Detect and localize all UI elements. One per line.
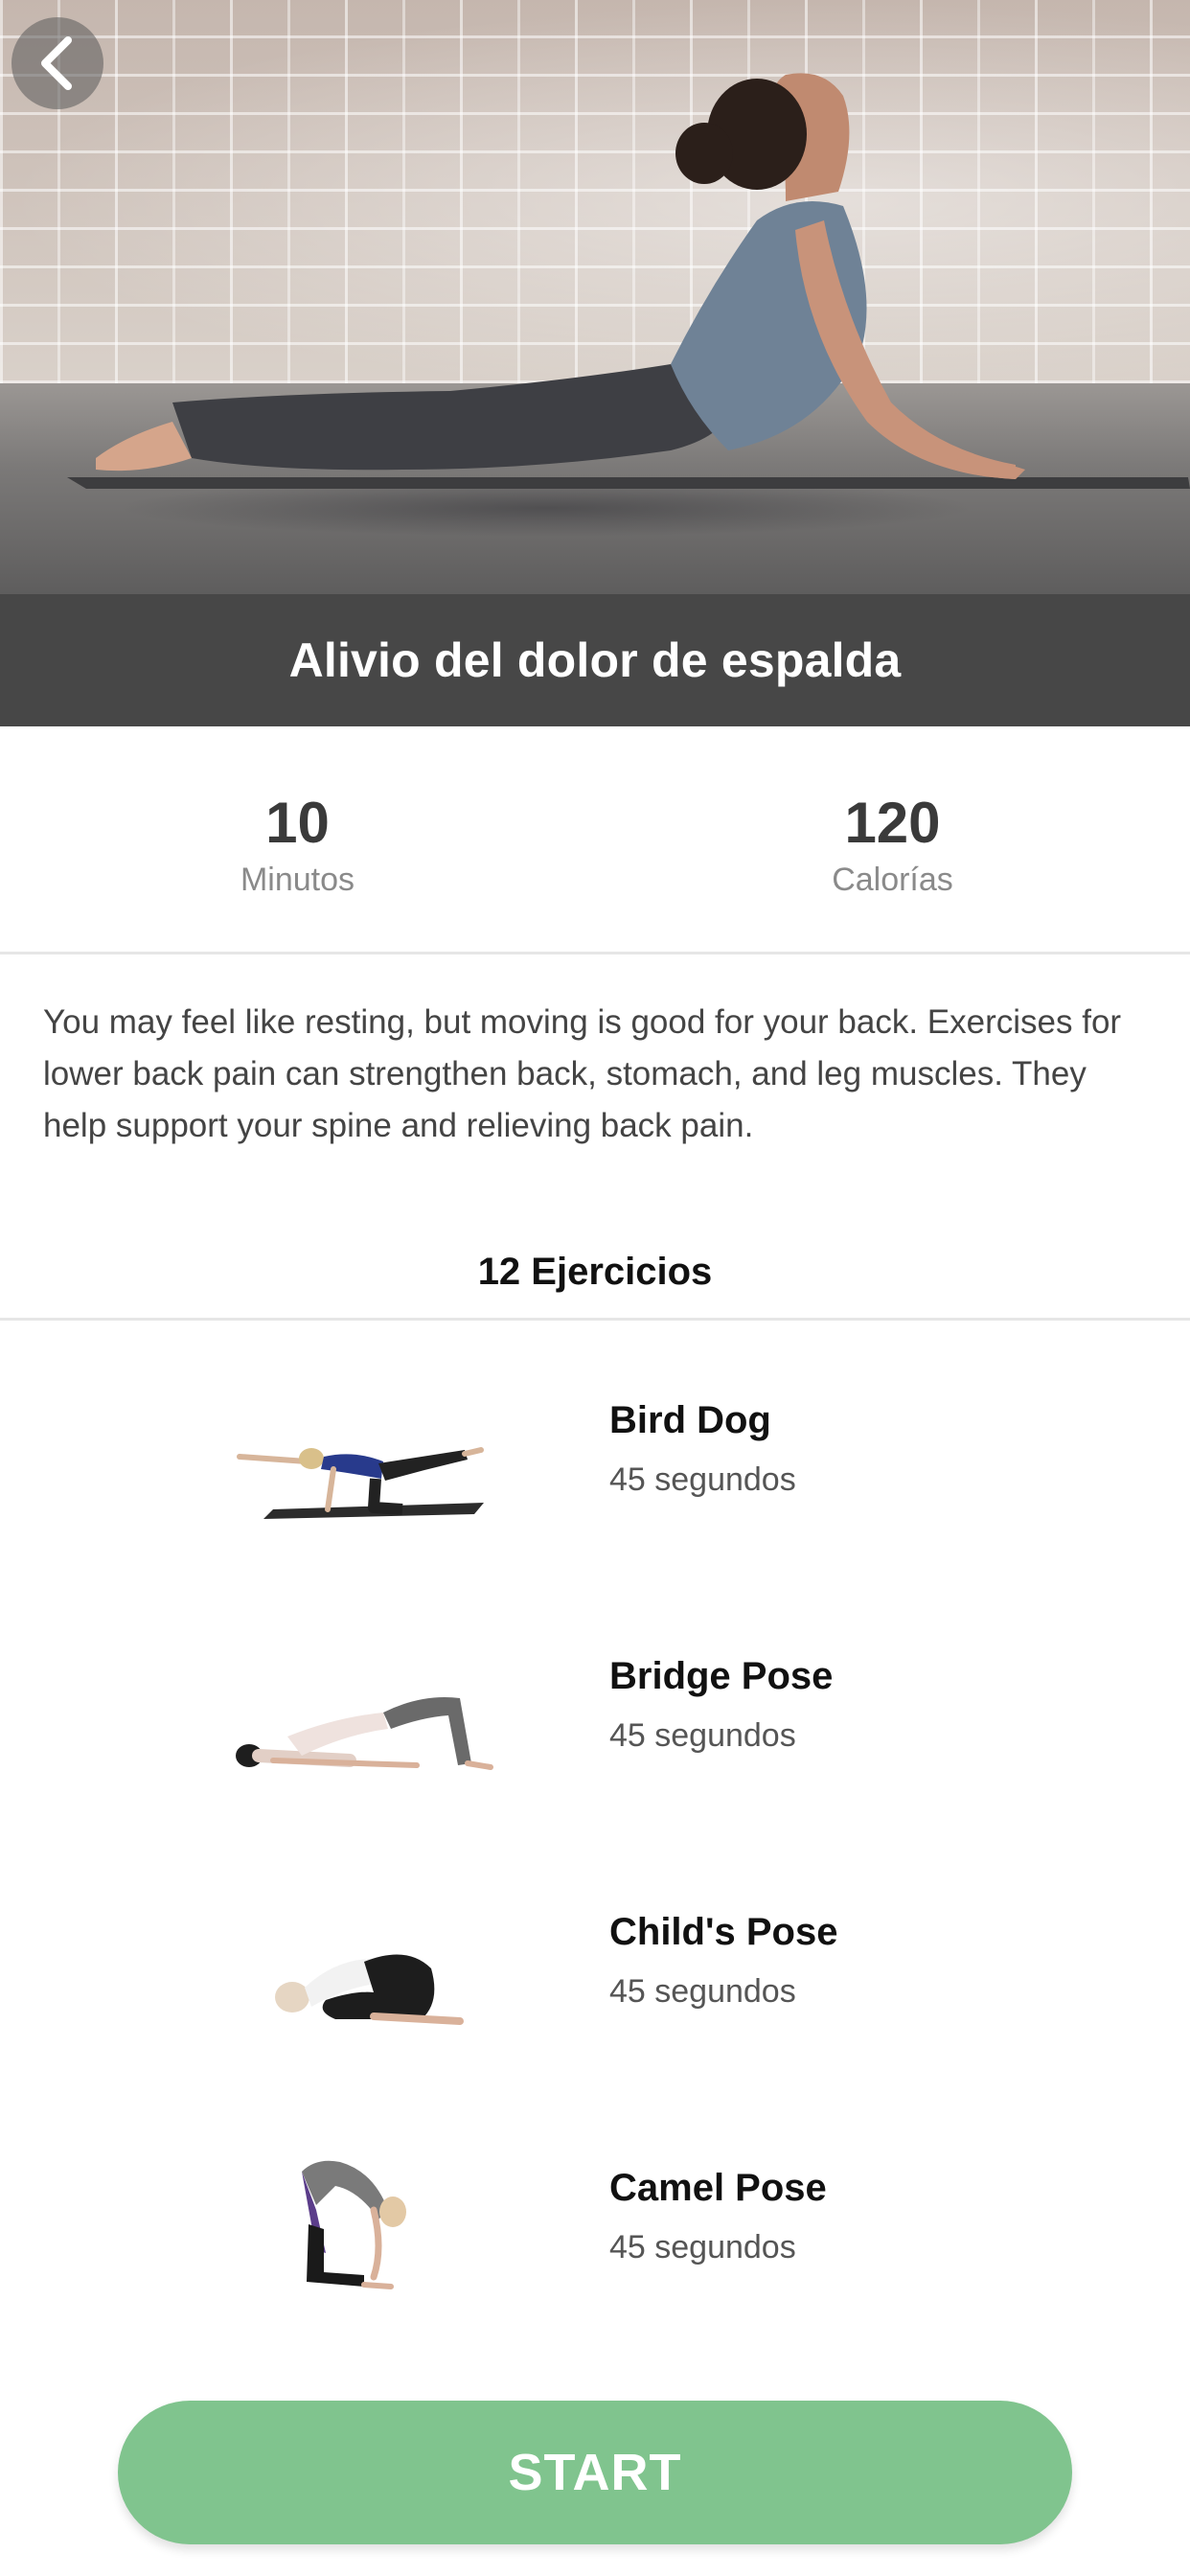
- stat-minutes-value: 10: [265, 790, 330, 855]
- bird-dog-pose-image: [237, 1447, 484, 1519]
- yoga-cobra-figure: [67, 73, 1190, 489]
- exercise-name: Camel Pose: [609, 2167, 827, 2209]
- program-title: Alivio del dolor de espalda: [288, 633, 902, 687]
- start-button[interactable]: START: [118, 2401, 1072, 2544]
- camel-pose-image: [302, 2160, 406, 2289]
- exercise-count-label: 12 Ejercicios: [477, 1251, 713, 1293]
- exercise-duration: 45 segundos: [609, 1717, 796, 1754]
- stat-calories: 120 Calorías: [595, 726, 1190, 952]
- hero-image: [0, 0, 1190, 594]
- exercise-name: Child's Pose: [609, 1911, 838, 1953]
- back-button[interactable]: [11, 17, 103, 109]
- exercise-count-header: 12 Ejercicios: [0, 1227, 1190, 1321]
- exercise-name: Bird Dog: [609, 1399, 771, 1441]
- exercise-name: Bridge Pose: [609, 1655, 834, 1697]
- exercise-item[interactable]: Child's Pose 45 segundos: [0, 1834, 1190, 2090]
- program-title-bar: Alivio del dolor de espalda: [0, 594, 1190, 726]
- bridge-pose-image: [236, 1697, 493, 1770]
- exercise-item[interactable]: Bridge Pose 45 segundos: [0, 1578, 1190, 1834]
- exercise-item[interactable]: Camel Pose 45 segundos: [0, 2090, 1190, 2346]
- start-button-label: START: [508, 2444, 682, 2501]
- stat-calories-label: Calorías: [832, 861, 953, 898]
- chevron-left-icon: [41, 36, 72, 90]
- stat-minutes-label: Minutos: [240, 861, 355, 898]
- exercise-item[interactable]: Bird Dog 45 segundos: [0, 1322, 1190, 1578]
- childs-pose-image: [275, 1954, 464, 2025]
- program-stats: 10 Minutos 120 Calorías: [0, 726, 1190, 954]
- program-description: You may feel like resting, but moving is…: [43, 1003, 1122, 1144]
- exercise-duration: 45 segundos: [609, 1973, 796, 2010]
- stat-calories-value: 120: [844, 790, 941, 855]
- exercise-list: Bird Dog 45 segundos Bridge Pose 45 segu…: [0, 1322, 1190, 2346]
- exercise-duration: 45 segundos: [609, 1461, 796, 1498]
- stat-minutes: 10 Minutos: [0, 726, 595, 952]
- exercise-duration: 45 segundos: [609, 2229, 796, 2266]
